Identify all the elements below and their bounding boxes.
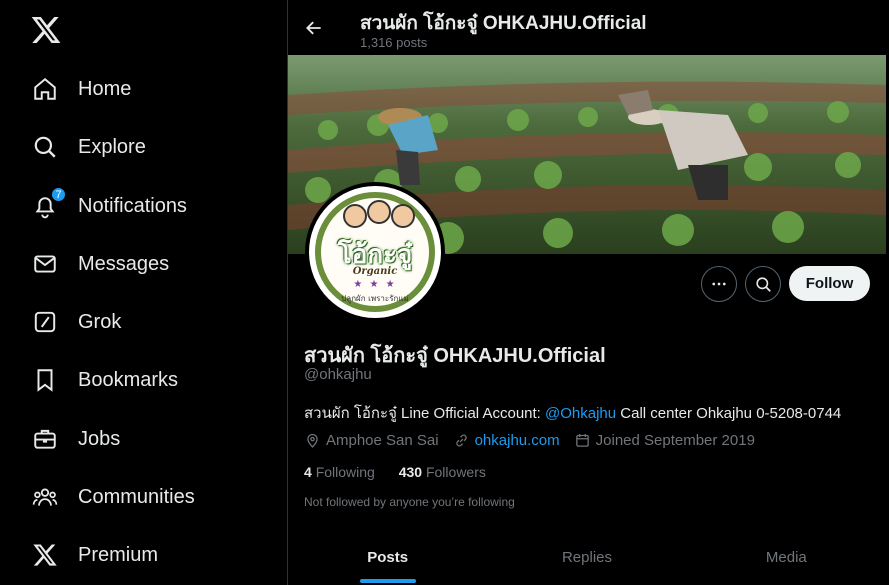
sidebar-item-bookmarks[interactable]: Bookmarks [30, 360, 270, 400]
envelope-icon [30, 249, 60, 279]
sidebar-item-label: Grok [78, 310, 122, 333]
sidebar-item-label: Communities [78, 485, 195, 508]
tab-replies[interactable]: Replies [487, 530, 686, 585]
sidebar-item-label: Home [78, 77, 132, 100]
link-icon [455, 434, 467, 447]
sidebar-item-jobs[interactable]: Jobs [30, 419, 270, 459]
profile-tabs: Posts Replies Media [288, 530, 886, 585]
following-link[interactable]: 4 Following [304, 464, 375, 480]
sidebar-item-explore[interactable]: Explore [30, 127, 270, 167]
avatar-character-icon [367, 200, 391, 224]
sidebar-item-label: Explore [78, 135, 146, 158]
website-link[interactable]: ohkajhu.com [475, 432, 560, 449]
website-item: ohkajhu.com [453, 432, 560, 449]
sidebar: Home Explore 7 Notifications Messages Gr… [0, 0, 287, 585]
grok-icon [30, 307, 60, 337]
sidebar-item-notifications[interactable]: 7 Notifications [30, 186, 270, 226]
profile-column: สวนผัก โอ้กะจู๋ OHKAJHU.Official 1,316 p… [288, 0, 889, 585]
avatar-organic-text: Organic [352, 266, 398, 277]
post-count: 1,316 posts [360, 35, 428, 50]
more-dots-icon [712, 282, 726, 286]
sidebar-item-label: Jobs [78, 427, 121, 450]
bell-icon: 7 [30, 187, 66, 221]
not-followed-note: Not followed by anyone you’re following [304, 495, 515, 509]
x-logo-icon[interactable] [30, 14, 62, 46]
sidebar-item-label: Premium [78, 543, 159, 566]
bio-mention-link[interactable]: @Ohkajhu [545, 405, 616, 422]
bio-text: Call center Ohkajhu 0-5208-0744 [616, 405, 842, 422]
sidebar-item-communities[interactable]: Communities [30, 477, 270, 517]
briefcase-icon [30, 424, 60, 454]
sidebar-item-home[interactable]: Home [30, 69, 270, 109]
sidebar-item-label: Messages [78, 252, 170, 275]
bio-text: สวนผัก โอ้กะจู๋ Line Official Account: [304, 405, 546, 422]
follow-stats: 4 Following 430 Followers [304, 464, 506, 480]
sidebar-item-premium[interactable]: Premium [30, 535, 270, 575]
followers-count: 430 [398, 464, 423, 480]
header-title: สวนผัก โอ้กะจู๋ OHKAJHU.Official [360, 13, 647, 34]
tab-posts[interactable]: Posts [288, 530, 487, 585]
followers-label: Followers [425, 464, 486, 480]
joined-text: Joined September 2019 [595, 432, 755, 449]
sidebar-item-label: Notifications [78, 194, 187, 217]
follow-button[interactable]: Follow [789, 266, 870, 301]
profile-handle: @ohkajhu [304, 366, 372, 383]
tab-media[interactable]: Media [687, 530, 886, 585]
sidebar-item-messages[interactable]: Messages [30, 244, 270, 284]
profile-meta: Amphoe San Sai ohkajhu.com Joined Septem… [304, 432, 769, 449]
following-count: 4 [304, 464, 312, 480]
x-premium-icon [30, 540, 60, 570]
search-icon [30, 132, 60, 162]
search-profile-button[interactable] [745, 266, 781, 302]
followers-link[interactable]: 430 Followers [399, 464, 486, 480]
sidebar-item-grok[interactable]: Grok [30, 302, 270, 342]
location-text: Amphoe San Sai [326, 432, 439, 449]
back-arrow-icon[interactable] [304, 18, 324, 38]
profile-header-bar: สวนผัก โอ้กะจู๋ OHKAJHU.Official 1,316 p… [288, 0, 889, 55]
bookmark-icon [30, 365, 60, 395]
notification-badge: 7 [51, 187, 66, 202]
avatar-slogan: ปลูกผัก เพราะรักแม่ [341, 294, 409, 303]
avatar-character-icon [343, 204, 367, 228]
profile-bio: สวนผัก โอ้กะจู๋ Line Official Account: @… [304, 401, 841, 425]
calendar-icon [575, 434, 589, 447]
profile-avatar[interactable]: โอ้กะจู๋ Organic ★ ★ ★ ปลูกผัก เพราะรักแ… [305, 182, 445, 322]
following-label: Following [315, 464, 375, 480]
more-options-button[interactable] [701, 266, 737, 302]
search-icon [755, 276, 771, 292]
avatar-character-icon [391, 204, 415, 228]
location-pin-icon [307, 433, 318, 448]
people-icon [30, 482, 60, 512]
home-icon [30, 74, 60, 104]
avatar-stars: ★ ★ ★ [353, 279, 397, 290]
location-item: Amphoe San Sai [304, 432, 439, 449]
sidebar-item-label: Bookmarks [78, 368, 179, 391]
joined-item: Joined September 2019 [574, 432, 755, 449]
